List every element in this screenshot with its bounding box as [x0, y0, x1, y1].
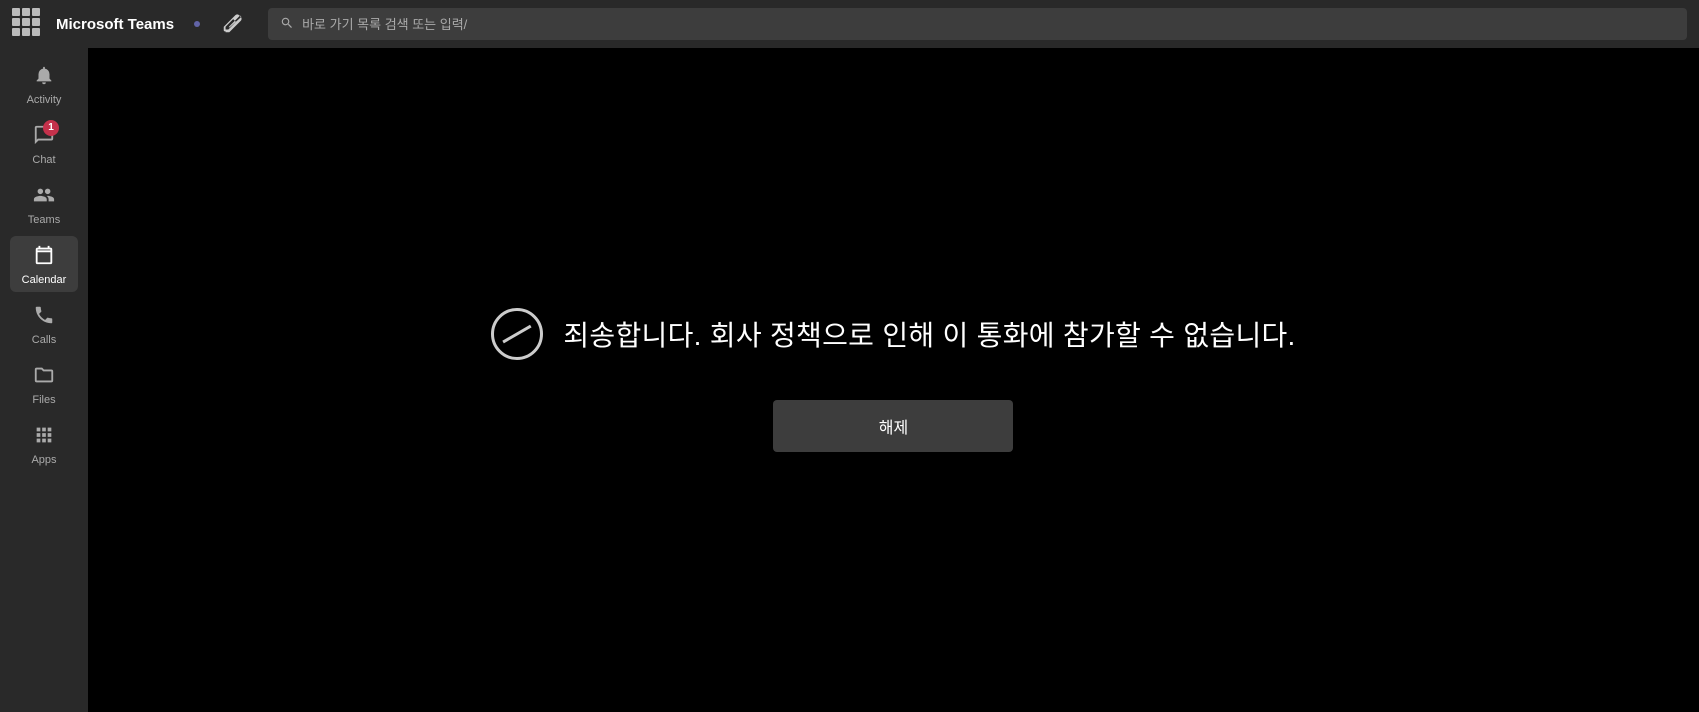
- calls-label: Calls: [32, 334, 56, 346]
- sidebar-item-files[interactable]: Files: [10, 356, 78, 412]
- calendar-label: Calendar: [22, 274, 67, 286]
- sidebar-item-teams[interactable]: Teams: [10, 176, 78, 232]
- chat-badge: 1: [43, 120, 59, 136]
- calendar-icon: [33, 244, 55, 270]
- sidebar-item-calls[interactable]: Calls: [10, 296, 78, 352]
- sidebar-item-apps[interactable]: Apps: [10, 416, 78, 472]
- sidebar-item-activity[interactable]: Activity: [10, 56, 78, 112]
- sidebar-item-calendar[interactable]: Calendar: [10, 236, 78, 292]
- error-text: 죄송합니다. 회사 정책으로 인해 이 통화에 참가할 수 없습니다.: [563, 314, 1295, 354]
- sidebar-item-chat[interactable]: 1 Chat: [10, 116, 78, 172]
- search-bar[interactable]: [268, 8, 1687, 40]
- error-message-row: 죄송합니다. 회사 정책으로 인해 이 통화에 참가할 수 없습니다.: [491, 308, 1295, 360]
- apps-label: Apps: [31, 454, 56, 466]
- content-area: 죄송합니다. 회사 정책으로 인해 이 통화에 참가할 수 없습니다. 해제: [88, 48, 1699, 712]
- chat-label: Chat: [32, 154, 55, 166]
- search-icon: [280, 16, 294, 33]
- topbar: Microsoft Teams: [0, 0, 1699, 48]
- app-title: Microsoft Teams: [56, 16, 174, 33]
- files-label: Files: [32, 394, 55, 406]
- apps-icon: [33, 424, 55, 450]
- app-grid-button[interactable]: [12, 8, 44, 40]
- title-dot: [194, 21, 200, 27]
- compose-icon: [221, 13, 243, 35]
- chat-icon: 1: [33, 124, 55, 150]
- error-container: 죄송합니다. 회사 정책으로 인해 이 통화에 참가할 수 없습니다. 해제: [491, 308, 1295, 452]
- compose-button[interactable]: [216, 8, 248, 40]
- main-area: Activity 1 Chat Teams: [0, 48, 1699, 712]
- teams-label: Teams: [28, 214, 60, 226]
- dismiss-button[interactable]: 해제: [773, 400, 1013, 452]
- files-icon: [33, 364, 55, 390]
- calls-icon: [33, 304, 55, 330]
- search-input[interactable]: [302, 17, 1675, 32]
- activity-label: Activity: [27, 94, 62, 106]
- teams-icon: [33, 184, 55, 210]
- no-entry-icon: [491, 308, 543, 360]
- sidebar: Activity 1 Chat Teams: [0, 48, 88, 712]
- activity-icon: [33, 64, 55, 90]
